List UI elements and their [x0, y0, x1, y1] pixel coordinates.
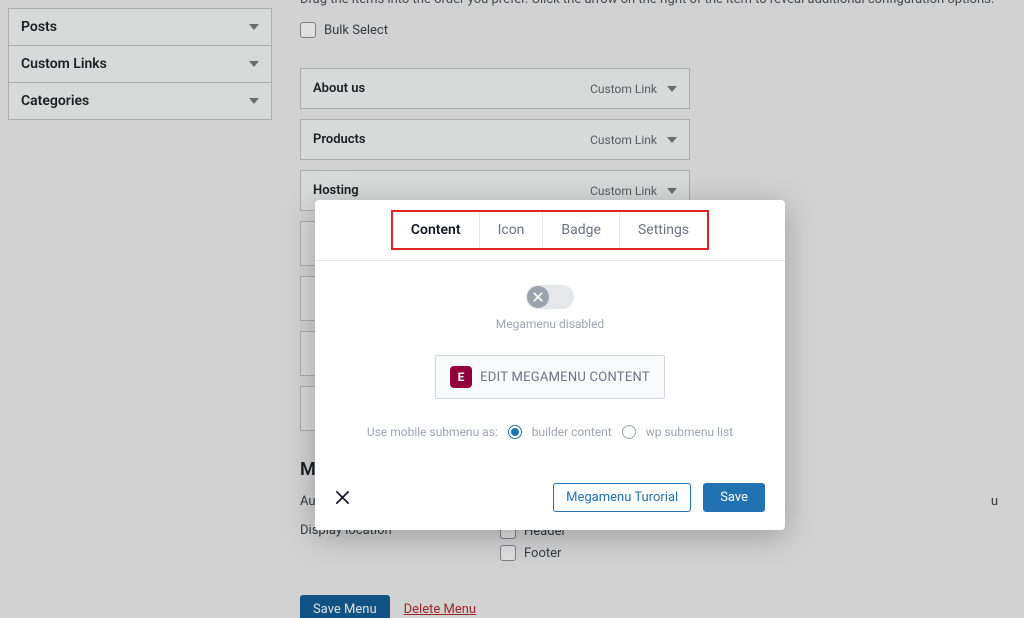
megamenu-toggle[interactable] — [526, 285, 574, 309]
elementor-icon: E — [450, 366, 472, 388]
edit-megamenu-label: EDIT MEGAMENU CONTENT — [480, 370, 650, 385]
mobile-submenu-builder-radio[interactable] — [508, 425, 522, 439]
close-icon — [335, 490, 350, 505]
mobile-submenu-wp-radio[interactable] — [622, 425, 636, 439]
tab-icon[interactable]: Icon — [480, 212, 544, 248]
mobile-submenu-label: Use mobile submenu as: — [367, 425, 498, 439]
tab-content[interactable]: Content — [393, 212, 480, 248]
megamenu-toggle-label: Megamenu disabled — [496, 317, 604, 331]
tab-badge[interactable]: Badge — [543, 212, 620, 248]
mobile-submenu-builder-label: builder content — [532, 425, 612, 439]
mobile-submenu-wp-label: wp submenu list — [646, 425, 733, 439]
modal-tabs: Content Icon Badge Settings — [391, 210, 709, 250]
toggle-knob — [527, 286, 549, 308]
tab-settings[interactable]: Settings — [620, 212, 707, 248]
modal-close-button[interactable] — [335, 490, 350, 505]
close-icon — [532, 291, 544, 303]
edit-megamenu-content-button[interactable]: E EDIT MEGAMENU CONTENT — [435, 355, 665, 399]
megamenu-modal: Content Icon Badge Settings Megamenu dis… — [315, 200, 785, 530]
modal-save-button[interactable]: Save — [703, 483, 765, 512]
mobile-submenu-row: Use mobile submenu as: builder content w… — [335, 425, 765, 439]
megamenu-tutorial-button[interactable]: Megamenu Turorial — [553, 483, 691, 512]
